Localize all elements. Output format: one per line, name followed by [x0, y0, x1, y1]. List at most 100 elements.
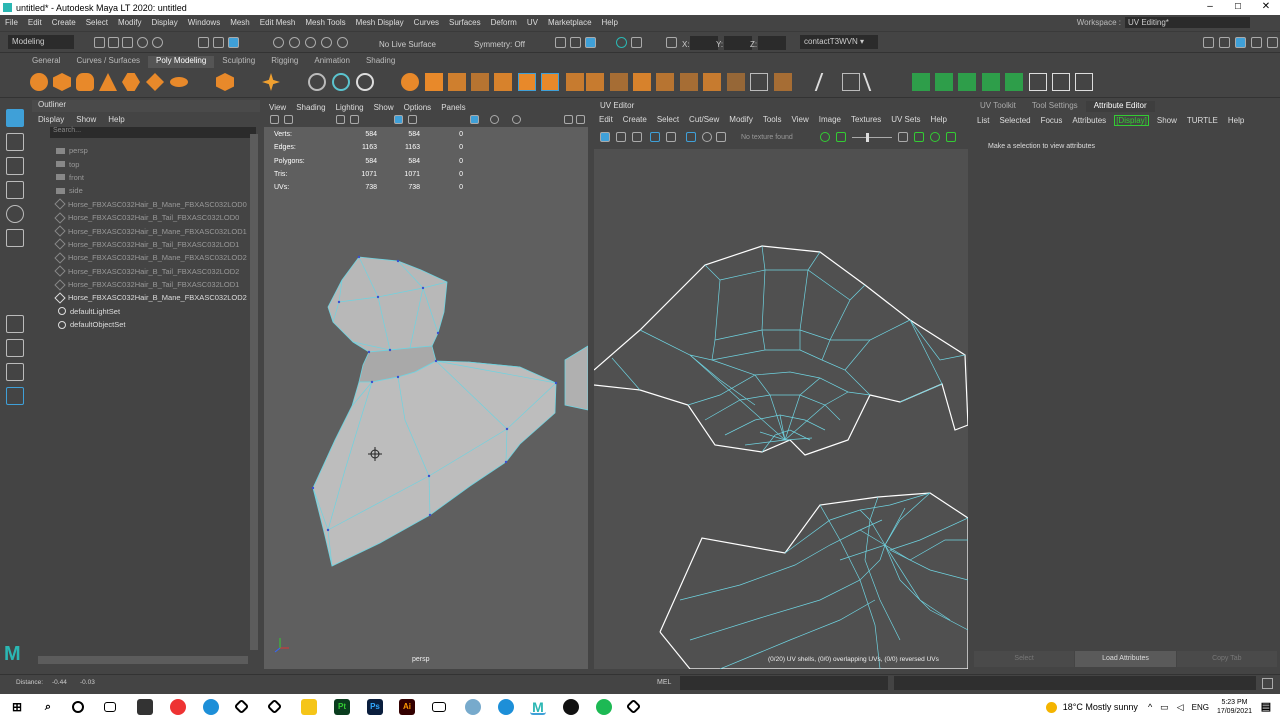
poly-disc-icon[interactable] — [170, 77, 188, 87]
ae-menu-display[interactable]: [Display] — [1114, 115, 1149, 126]
outliner-item[interactable]: Horse_FBXASC032Hair_B_Tail_FBXASC032LOD1 — [32, 238, 252, 251]
outliner-hscrollbar[interactable] — [38, 656, 248, 664]
uv-snapshot-icon[interactable] — [666, 132, 676, 142]
poly-sphere-icon[interactable] — [30, 73, 48, 91]
wedge-icon[interactable] — [750, 73, 768, 91]
outliner-search-input[interactable]: Search... — [50, 127, 256, 138]
menu-modify[interactable]: Modify — [113, 18, 147, 27]
menu-surfaces[interactable]: Surfaces — [444, 18, 486, 27]
outliner-item[interactable]: Horse_FBXASC032Hair_B_Mane_FBXASC032LOD0 — [32, 198, 252, 211]
uv-camera-icon[interactable] — [1005, 73, 1023, 91]
target-weld-icon[interactable] — [610, 73, 628, 91]
outliner-item[interactable]: Horse_FBXASC032Hair_B_Mane_FBXASC032LOD1 — [32, 224, 252, 237]
outliner-item[interactable]: Horse_FBXASC032Hair_B_Tail_FBXASC032LOD2 — [32, 265, 252, 278]
sidebar-toggle-5-icon[interactable] — [1267, 37, 1278, 48]
super-shape-icon[interactable] — [262, 73, 280, 91]
ae-menu-list[interactable]: List — [972, 116, 994, 125]
uv-menu-help[interactable]: Help — [926, 115, 952, 124]
platonic-solid-icon[interactable] — [216, 73, 234, 91]
shelf-tab-general[interactable]: General — [24, 56, 68, 68]
outliner-item[interactable]: top — [32, 157, 252, 170]
menu-curves[interactable]: Curves — [409, 18, 444, 27]
uv-pixel-snap-icon[interactable] — [686, 132, 696, 142]
connect-icon[interactable] — [633, 73, 651, 91]
outliner-item[interactable]: persp — [32, 144, 252, 157]
uv-menu-modify[interactable]: Modify — [724, 115, 758, 124]
minimize-button[interactable]: – — [1196, 0, 1224, 15]
menu-file[interactable]: File — [0, 18, 23, 27]
reduce-icon[interactable] — [862, 73, 888, 91]
layout-outliner-icon[interactable] — [6, 387, 24, 405]
render-region-icon[interactable] — [555, 37, 566, 48]
script-editor-icon[interactable] — [1262, 678, 1273, 689]
separate-icon[interactable] — [332, 73, 350, 91]
menu-mesh[interactable]: Mesh — [225, 18, 255, 27]
uv-cylindrical-icon[interactable] — [935, 73, 953, 91]
uv-grid-icon[interactable] — [650, 132, 660, 142]
menu-deform[interactable]: Deform — [486, 18, 522, 27]
panel-expand-icon[interactable] — [576, 115, 585, 124]
uv-unfold-icon[interactable] — [1052, 73, 1070, 91]
mode-dropdown[interactable]: Modeling — [8, 35, 74, 49]
layout-four-icon[interactable] — [6, 339, 24, 357]
snap-view-icon[interactable] — [321, 37, 332, 48]
y-field[interactable] — [724, 36, 752, 50]
mel-label[interactable]: MEL — [657, 679, 671, 686]
uv-shell-select-icon[interactable] — [600, 132, 610, 142]
snap-point-icon[interactable] — [305, 37, 316, 48]
sidebar-toggle-2-icon[interactable] — [1219, 37, 1230, 48]
panel-layout-icon[interactable] — [564, 115, 573, 124]
merge-icon[interactable] — [541, 73, 559, 91]
illustrator-icon[interactable]: Ai — [399, 699, 415, 715]
snap-curve-icon[interactable] — [289, 37, 300, 48]
tab-tool-settings[interactable]: Tool Settings — [1024, 101, 1086, 112]
insert-loop-icon[interactable] — [703, 73, 721, 91]
tab-uv-toolkit[interactable]: UV Toolkit — [972, 101, 1024, 112]
notifications-icon[interactable]: ▤ — [1258, 699, 1274, 715]
weather-icon[interactable] — [1045, 701, 1057, 713]
viewport-menu-shading[interactable]: Shading — [291, 103, 330, 112]
uv-isolate-icon[interactable] — [914, 132, 924, 142]
fill-hole-icon[interactable] — [518, 73, 536, 91]
viewport-menu-lighting[interactable]: Lighting — [331, 103, 369, 112]
wireframe-on-shaded-icon[interactable] — [394, 115, 403, 124]
uv-menu-cut-sew[interactable]: Cut/Sew — [684, 115, 724, 124]
cortana-icon[interactable] — [72, 701, 84, 713]
load-attributes-button[interactable]: Load Attributes — [1075, 651, 1176, 667]
select-tool-icon[interactable] — [6, 109, 24, 127]
scale-tool-icon[interactable] — [6, 229, 24, 247]
isolate-select-icon[interactable] — [470, 115, 479, 124]
outliner-item[interactable]: Horse_FBXASC032Hair_B_Tail_FBXASC032LOD1 — [32, 278, 252, 291]
menu-display[interactable]: Display — [147, 18, 183, 27]
shelf-tab-rigging[interactable]: Rigging — [263, 56, 306, 68]
uv-canvas[interactable] — [594, 149, 968, 669]
menu-windows[interactable]: Windows — [183, 18, 225, 27]
user-account-dropdown[interactable]: contactT3WVN ▾ — [800, 35, 878, 49]
outliner-item[interactable]: Horse_FBXASC032Hair_B_Mane_FBXASC032LOD2 — [32, 291, 252, 304]
live-surface-label[interactable]: No Live Surface — [379, 40, 436, 49]
poly-cone-icon[interactable] — [99, 73, 117, 91]
network-icon[interactable]: ▭ — [1160, 702, 1169, 713]
slide-edge-icon[interactable] — [727, 73, 745, 91]
open-scene-icon[interactable] — [108, 37, 119, 48]
z-field[interactable] — [758, 36, 786, 50]
viewport-menu-panels[interactable]: Panels — [436, 103, 470, 112]
uv-image-icon[interactable] — [702, 132, 712, 142]
outliner-item[interactable]: Horse_FBXASC032Hair_B_Mane_FBXASC032LOD2 — [32, 251, 252, 264]
uv-menu-uv-sets[interactable]: UV Sets — [886, 115, 925, 124]
select-hierarchy-icon[interactable] — [198, 37, 209, 48]
maya-taskbar-icon[interactable]: M — [530, 699, 546, 715]
menu-marketplace[interactable]: Marketplace — [543, 18, 597, 27]
undo-icon[interactable] — [137, 37, 148, 48]
menu-help[interactable]: Help — [597, 18, 623, 27]
snap-surface-icon[interactable] — [337, 37, 348, 48]
uv-slider-handle[interactable] — [866, 133, 869, 142]
rotate-tool-icon[interactable] — [6, 205, 24, 223]
bridge-icon[interactable] — [448, 73, 466, 91]
command-line-input[interactable] — [680, 676, 888, 690]
shadows-icon[interactable] — [512, 115, 521, 124]
tray-chevron-icon[interactable]: ^ — [1148, 702, 1152, 712]
uv-menu-select[interactable]: Select — [652, 115, 684, 124]
outliner-item[interactable]: front — [32, 171, 252, 184]
windows-start-icon[interactable]: ⊞ — [9, 699, 25, 715]
